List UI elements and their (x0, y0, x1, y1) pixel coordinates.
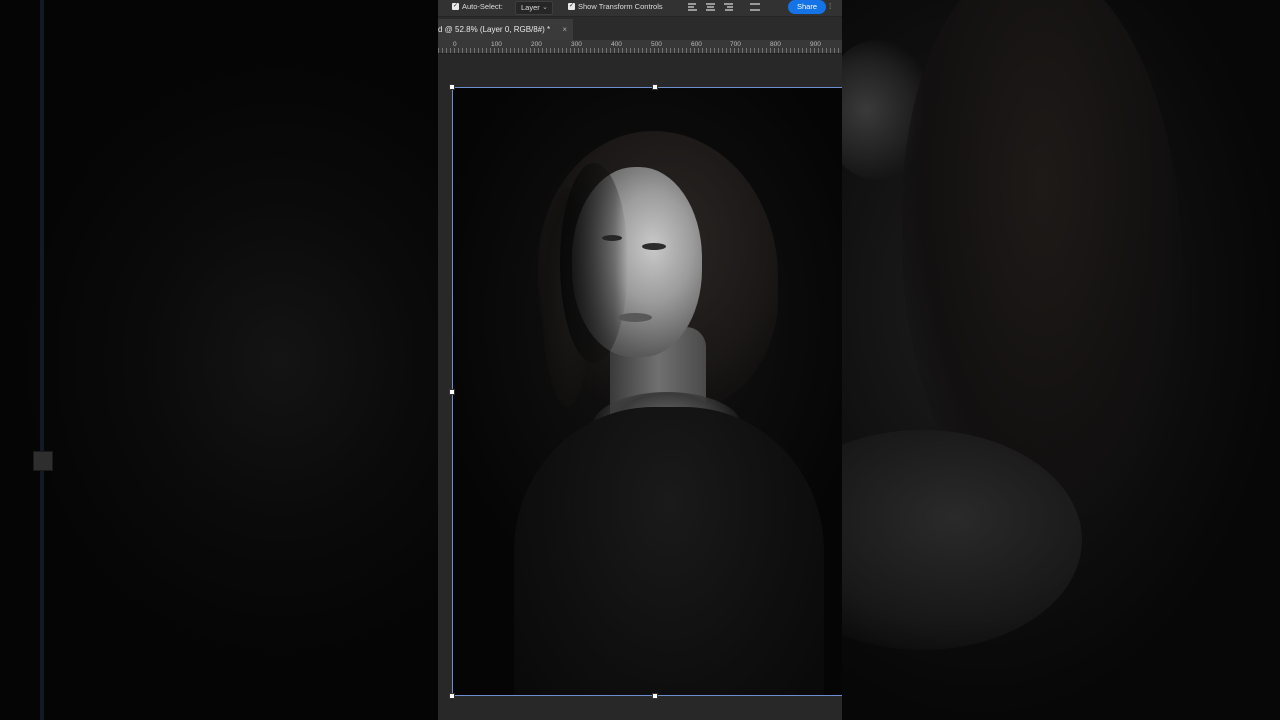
ruler-label: 0 (453, 41, 457, 48)
show-transform-label: Show Transform Controls (578, 2, 663, 11)
align-left-icon[interactable] (688, 3, 698, 12)
transform-handle-top-left[interactable] (449, 84, 455, 90)
transform-bounding-box[interactable] (449, 84, 842, 699)
share-button[interactable]: Share (788, 0, 826, 14)
auto-select-target-value: Layer (521, 3, 540, 12)
document-tab[interactable]: d @ 52.8% (Layer 0, RGB/8#) * × (438, 19, 573, 40)
document-tab-bar: d @ 52.8% (Layer 0, RGB/8#) * × (438, 17, 842, 40)
transform-handle-bottom-middle[interactable] (652, 693, 658, 699)
video-background-left (0, 0, 438, 720)
ruler-label: 600 (691, 41, 702, 48)
auto-select-label: Auto-Select: (462, 2, 503, 11)
ruler-ticks (438, 48, 842, 53)
close-icon[interactable]: × (562, 19, 567, 40)
photoshop-window: ✓ Auto-Select: Layer ⌄ ✓ Show Transform … (438, 0, 842, 720)
transform-handle-bottom-left[interactable] (449, 693, 455, 699)
align-center-icon[interactable] (706, 3, 716, 12)
blurred-transform-handle (33, 451, 53, 471)
ruler-label: 400 (611, 41, 622, 48)
blurred-guide-line (40, 0, 44, 720)
ruler-label: 800 (770, 41, 781, 48)
ruler-label: 100 (491, 41, 502, 48)
align-right-icon[interactable] (724, 3, 734, 12)
transform-handle-middle-left[interactable] (449, 389, 455, 395)
ruler-label: 500 (651, 41, 662, 48)
document-tab-title: d @ 52.8% (Layer 0, RGB/8#) * (438, 25, 551, 34)
ruler-label: 700 (730, 41, 741, 48)
chevron-down-icon: ⌄ (542, 4, 548, 11)
video-background-right (842, 0, 1280, 720)
show-transform-option[interactable]: ✓ Show Transform Controls (568, 2, 663, 11)
auto-select-option[interactable]: ✓ Auto-Select: (452, 2, 503, 11)
auto-select-checkbox[interactable]: ✓ (452, 3, 459, 10)
ruler-label: 200 (531, 41, 542, 48)
transform-handle-top-middle[interactable] (652, 84, 658, 90)
more-options-icon[interactable]: ⁞ (829, 2, 837, 12)
ruler-label: 300 (571, 41, 582, 48)
ruler-label: 900 (810, 41, 821, 48)
auto-select-target-dropdown[interactable]: Layer ⌄ (515, 1, 553, 15)
show-transform-checkbox[interactable]: ✓ (568, 3, 575, 10)
options-bar: ✓ Auto-Select: Layer ⌄ ✓ Show Transform … (438, 0, 842, 17)
horizontal-ruler[interactable]: 0 100 200 300 400 500 600 700 800 900 (438, 40, 842, 54)
distribute-icon[interactable] (750, 3, 760, 12)
